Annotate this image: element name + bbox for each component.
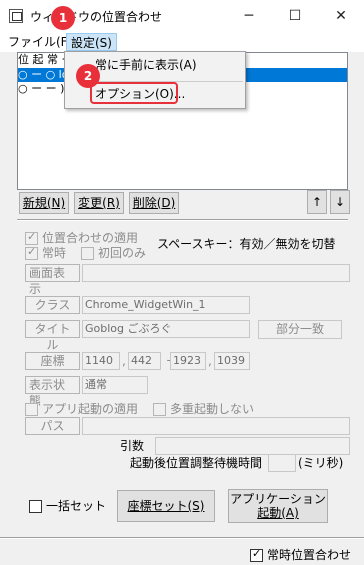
coord-x-field[interactable]: 1140 [82, 352, 120, 370]
set-coords-button[interactable]: 座標セット(S) [117, 490, 215, 522]
menu-bar: ファイル(F) 設定(S) [0, 32, 364, 52]
new-button[interactable]: 新規(N) [19, 192, 69, 214]
coord-h-field[interactable]: 1039 [214, 352, 250, 370]
move-up-button[interactable]: ↑ [307, 190, 327, 214]
status-bar: 常時位置合わせ [0, 544, 364, 565]
launch-app-label-line2: 起動(A) [257, 506, 299, 520]
app-icon [9, 9, 23, 23]
title-field[interactable]: Goblog ごぶろぐ [82, 320, 250, 338]
launch-app-label-line1: アプリケーション [230, 492, 326, 506]
coords-label: 座標 [25, 352, 80, 370]
args-field[interactable] [155, 437, 350, 455]
close-button[interactable]: ✕ [318, 0, 364, 32]
screen-display-label: 画面表示 [25, 264, 80, 296]
display-state-select[interactable]: 通常 [82, 376, 148, 394]
class-label: クラス [25, 296, 80, 314]
bulk-set-checkbox[interactable] [29, 500, 42, 513]
partial-match-button[interactable]: 部分一致 [258, 320, 342, 339]
move-down-button[interactable]: ↓ [330, 190, 350, 214]
screen-display-field[interactable] [82, 264, 350, 282]
args-label: 引数 [120, 439, 145, 453]
first-only-label: 初回のみ [98, 246, 147, 260]
change-button[interactable]: 変更(R) [74, 192, 124, 214]
wait-time-unit: (ミリ秒) [298, 456, 344, 470]
first-only-checkbox[interactable] [81, 247, 94, 260]
maximize-button[interactable]: ☐ [272, 0, 318, 32]
comma-separator: , [208, 354, 212, 368]
step-1-badge: 1 [51, 6, 75, 30]
comma-separator: , [122, 354, 126, 368]
apply-app-launch-checkbox[interactable] [25, 403, 38, 416]
coord-w-field[interactable]: 1923 [170, 352, 206, 370]
options-highlight-box [90, 82, 178, 104]
wait-time-field[interactable] [268, 454, 296, 472]
always-label: 常時 [42, 246, 67, 260]
coord-y-field[interactable]: 442 [128, 352, 161, 370]
title-label: タイトル [25, 320, 80, 352]
menu-always-on-top[interactable]: 常に手前に表示(A) [95, 55, 197, 75]
always-align-label: 常時位置合わせ [267, 548, 352, 562]
window-title: ウィンドウの位置合わせ [30, 10, 163, 24]
space-key-hint: スペースキー：有効／無効を切替 [157, 237, 336, 251]
launch-app-button[interactable]: アプリケーション 起動(A) [228, 489, 328, 523]
menu-settings[interactable]: 設定(S) [66, 33, 117, 51]
display-state-label: 表示状態 [25, 376, 80, 408]
class-field[interactable]: Chrome_WidgetWin_1 [82, 296, 250, 314]
always-checkbox[interactable] [25, 245, 38, 260]
bulk-set-label: 一括セット [46, 499, 107, 513]
wait-time-label: 起動後位置調整待機時間 [130, 456, 263, 470]
divider [0, 537, 364, 539]
apply-position-checkbox[interactable] [25, 230, 38, 245]
step-2-badge: 2 [76, 64, 100, 88]
minimize-button[interactable]: ─ [226, 0, 272, 32]
path-label: パス [25, 417, 80, 435]
path-field[interactable] [82, 417, 350, 435]
no-multi-launch-checkbox[interactable] [153, 403, 166, 416]
always-align-checkbox[interactable] [250, 547, 263, 562]
divider [17, 219, 348, 221]
delete-button[interactable]: 削除(D) [129, 192, 179, 214]
